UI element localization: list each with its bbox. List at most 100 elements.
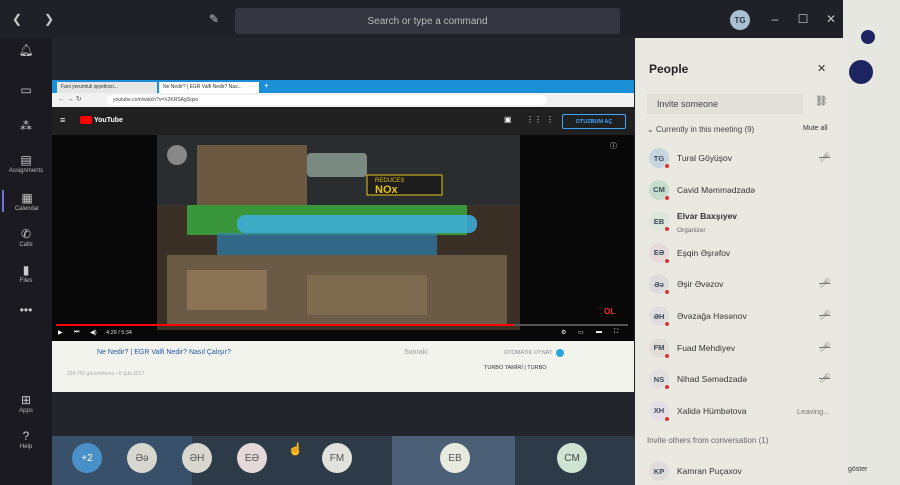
side-label: göster — [848, 466, 868, 473]
close-icon[interactable]: ✕ — [817, 62, 826, 75]
autoplay-label: OTOMATİK OYNAT — [504, 350, 553, 356]
profile-avatar[interactable] — [849, 60, 873, 84]
teams-icon: ⁂ — [20, 119, 32, 133]
play-icon[interactable]: ▶ — [58, 329, 63, 336]
address-bar: ← → ↻ youtube.com/watch?v=X2KRSAgSqso — [52, 93, 634, 107]
mic-off-icon[interactable]: 🎤︎ — [819, 278, 830, 289]
participant-name: Xalidə Hümbətova — [677, 405, 747, 416]
gallery-avatar[interactable]: FM — [322, 443, 352, 473]
rail-item-chat[interactable]: ▭ — [2, 82, 50, 98]
leaving-status: Leaving... — [797, 406, 830, 416]
settings-gear-icon[interactable]: ⚙ — [561, 329, 566, 336]
volume-icon[interactable]: ◀) — [90, 329, 97, 336]
invite-input[interactable]: Invite someone — [647, 94, 803, 114]
rail-item-apps[interactable]: ⊞ Apps — [2, 392, 50, 414]
new-tab-icon[interactable]: + — [264, 81, 269, 90]
current-label: Currently in this meeting — [655, 125, 743, 134]
participant-row[interactable]: ƏH Əvəzağa Həsənov 🎤︎ — [635, 301, 843, 331]
participant-name: Fuad Mehdiyev — [677, 342, 736, 353]
url-field[interactable]: youtube.com/watch?v=X2KRSAgSqso — [107, 95, 547, 105]
gallery-avatar[interactable]: ƏH — [182, 443, 212, 473]
status-dot — [664, 226, 670, 233]
rail-item-calls[interactable]: ✆ Calls — [2, 226, 50, 248]
avatar-initials: EB — [653, 216, 665, 226]
mic-off-icon[interactable]: 🎤︎ — [819, 152, 830, 163]
progress-fill — [56, 324, 514, 326]
participant-name: Nihad Səmədzadə — [677, 374, 747, 385]
participant-row[interactable]: Əə Əşir Əvəzov 🎤︎ — [635, 269, 843, 299]
gallery-avatar[interactable]: EB — [440, 443, 470, 473]
rail-item-calendar[interactable]: ▦ Calendar — [2, 190, 50, 212]
forward-icon[interactable]: ❯ — [40, 10, 58, 28]
participant-row[interactable]: XH Xalidə Hümbətova Leaving... — [635, 396, 843, 426]
info-icon[interactable]: ⓘ — [610, 141, 617, 151]
back-icon[interactable]: ❮ — [8, 10, 26, 28]
profile-avatar-small[interactable] — [861, 30, 875, 44]
gallery-avatar[interactable]: +2 — [72, 443, 102, 473]
rail-label: Calls — [19, 242, 33, 248]
participant-row[interactable]: CM Cavid Məmmədzadə — [635, 175, 843, 205]
avatar-initials: KP — [653, 466, 665, 476]
avatar-initials: TG — [653, 153, 665, 163]
participant-row[interactable]: EƏ Eşqin Əşrəfov — [635, 238, 843, 268]
nav-arrows-icon[interactable]: ← → ↻ — [58, 95, 82, 103]
mouse-cursor-icon: ☝ — [288, 442, 303, 456]
video-frame: REDUCES NOx — [157, 135, 520, 330]
maximize-icon[interactable]: ☐ — [794, 10, 812, 28]
participant-row[interactable]: EB Elvar Baxşıyev Organizer — [635, 206, 843, 236]
autoplay-toggle[interactable]: OTOMATİK OYNAT — [504, 349, 565, 357]
rail-item-activity[interactable]: 🔔︎ — [2, 42, 50, 58]
status-dot — [664, 321, 670, 327]
rail-item-files[interactable]: ▮ Files — [2, 262, 50, 284]
fullscreen-icon[interactable]: ⛶ — [614, 329, 618, 336]
share-link-icon[interactable]: ⛓ — [815, 96, 828, 107]
rail-item-help[interactable]: ? Help — [2, 428, 50, 450]
video-meta: 324.768 görüntüleme • 8 Şub 2017 — [67, 371, 145, 377]
mute-all-button[interactable]: Mute all — [803, 125, 828, 132]
player-controls: ▶ ⏭ ◀) 4:29 / 5:34 ⚙ ▭ ▬ ⛶ — [56, 328, 628, 340]
miniplayer-icon[interactable]: ▭ — [578, 329, 584, 336]
minimize-icon[interactable]: – — [766, 10, 784, 28]
avatar[interactable]: TG — [730, 10, 750, 30]
rail-item-more[interactable]: ••• — [2, 302, 50, 318]
browser-tab-active[interactable]: Ne Nedir? | EGR Valfi Nedir? Nas... — [159, 82, 259, 93]
current-meeting-header[interactable]: ⌄ Currently in this meeting (9) — [647, 125, 754, 134]
mic-off-icon[interactable]: 🎤︎ — [819, 373, 830, 384]
up-next-title[interactable]: TURBO TAMİRİ | TURBO — [484, 365, 547, 371]
youtube-logo[interactable]: YouTube — [80, 116, 123, 124]
participant-row[interactable]: FM Fuad Mehdiyev 🎤︎ — [635, 333, 843, 363]
progress-bar[interactable] — [56, 324, 628, 326]
status-dot — [664, 163, 670, 169]
apps-grid-icon[interactable]: ⋮⋮ — [526, 115, 542, 124]
more-vertical-icon[interactable]: ⋮ — [546, 115, 554, 124]
participant-row[interactable]: TG Tural Göyüşov 🎤︎ — [635, 143, 843, 173]
participant-row[interactable]: KP Kamran Puçaxov — [635, 456, 843, 485]
browser-tab[interactable]: Fani yorumluk işiyetinizi... — [57, 82, 157, 93]
avatar: NS — [649, 369, 670, 391]
theater-icon[interactable]: ▬ — [596, 329, 602, 335]
mic-off-icon[interactable]: 🎤︎ — [819, 310, 830, 321]
gallery-avatar[interactable]: Əə — [127, 443, 157, 473]
participant-name: Cavid Məmmədzadə — [677, 184, 755, 195]
participant-row[interactable]: NS Nihad Səmədzadə 🎤︎ — [635, 364, 843, 394]
status-dot — [664, 415, 670, 422]
video-player[interactable]: REDUCES NOx OL ⓘ ▶ ⏭ ◀) 4:29 / 5:34 ⚙ ▭ … — [52, 135, 634, 341]
sign-in-button[interactable]: OTUZBUM AÇ — [562, 114, 626, 129]
avatar: ƏH — [649, 306, 670, 327]
next-icon[interactable]: ⏭ — [74, 329, 79, 336]
rail-item-assignments[interactable]: ▤ Assignments — [2, 152, 50, 174]
upload-icon[interactable]: ▣ — [504, 115, 512, 124]
status-dot — [664, 384, 670, 391]
gallery-avatar[interactable]: EƏ — [237, 443, 267, 473]
close-icon[interactable]: ✕ — [822, 10, 840, 28]
participant-name: Əşir Əvəzov — [677, 279, 724, 290]
others-count: (1) — [758, 436, 769, 445]
gallery-avatar[interactable]: CM — [557, 443, 587, 473]
rail-item-teams[interactable]: ⁂ — [2, 118, 50, 134]
video-title[interactable]: Ne Nedir? | EGR Valfi Nedir? Nasıl Çalış… — [97, 349, 231, 356]
search-input[interactable]: Search or type a command — [235, 8, 620, 34]
invite-others-header[interactable]: Invite others from conversation (1) — [647, 436, 768, 445]
compose-icon[interactable]: ✎ — [205, 10, 223, 28]
mic-off-icon[interactable]: 🎤︎ — [819, 342, 830, 353]
menu-icon[interactable]: ≡ — [60, 115, 65, 125]
